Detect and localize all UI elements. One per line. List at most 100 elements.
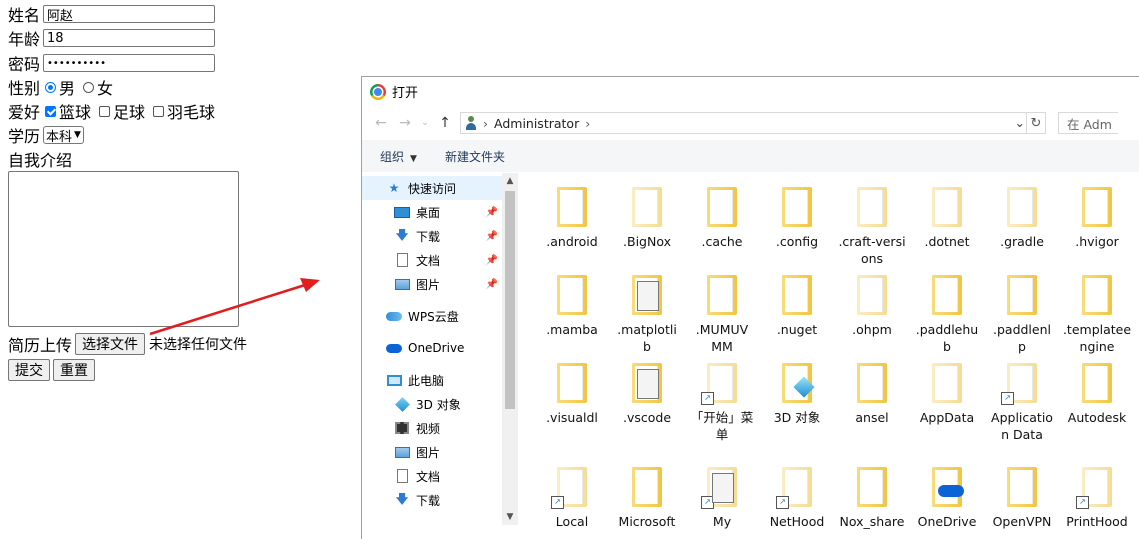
gender-male-label[interactable]: 男 <box>59 75 75 99</box>
file-item[interactable]: 3D 对象 <box>759 363 835 426</box>
resume-row: 简历上传 选择文件 未选择任何文件 <box>8 333 247 355</box>
submit-button[interactable]: 提交 <box>8 359 50 381</box>
pin-icon[interactable]: 📌 <box>486 279 498 290</box>
file-status: 未选择任何文件 <box>149 337 248 353</box>
file-item[interactable]: ↗ NetHood <box>759 467 835 530</box>
file-item[interactable]: AppData <box>909 363 985 426</box>
intro-textarea[interactable] <box>8 171 239 327</box>
file-item[interactable]: Microsoft <box>609 467 685 530</box>
file-item[interactable]: OneDrive <box>909 467 985 530</box>
chevron-down-icon[interactable]: ⌄ <box>1015 115 1025 130</box>
scroll-down-icon[interactable]: ▼ <box>502 509 518 525</box>
education-select[interactable]: 本科 ▼ <box>43 126 84 145</box>
file-item[interactable]: .MUMUV MM <box>684 275 760 355</box>
nav-item-label: OneDrive <box>408 341 465 355</box>
file-item[interactable]: .mamba <box>534 275 610 338</box>
file-item[interactable]: .gradle <box>984 187 1060 250</box>
gender-female-radio[interactable] <box>83 81 95 93</box>
organize-button[interactable]: 组织 ▼ <box>380 148 417 165</box>
file-item-label: .gradle <box>1000 234 1044 249</box>
nav-item[interactable]: 3D 对象 <box>362 392 502 416</box>
pin-icon[interactable]: 📌 <box>486 231 498 242</box>
folder-icon: ↗ <box>701 467 737 509</box>
folder-icon <box>632 275 662 315</box>
document-icon <box>637 281 659 311</box>
file-item[interactable]: .config <box>759 187 835 250</box>
file-item[interactable]: .paddlehu b <box>909 275 985 355</box>
file-item[interactable]: Autodesk <box>1059 363 1135 426</box>
nav-scrollbar[interactable]: ▲ ▼ <box>502 173 518 525</box>
gender-female-label[interactable]: 女 <box>97 75 113 99</box>
hobby-football-checkbox[interactable] <box>99 105 111 117</box>
nav-item[interactable]: 图片 📌 <box>362 272 502 296</box>
file-item[interactable]: .android <box>534 187 610 250</box>
file-item[interactable]: .cache <box>684 187 760 250</box>
nav-item[interactable]: 🡇 下载 📌 <box>362 224 502 248</box>
file-item[interactable]: .dotnet <box>909 187 985 250</box>
file-item[interactable]: .hvigor <box>1059 187 1135 250</box>
name-input[interactable]: 阿赵 <box>43 5 216 24</box>
address-bar[interactable]: › Administrator › ⌄ ↻ <box>460 112 1046 134</box>
file-item[interactable]: ↗ My <box>684 467 760 530</box>
file-item[interactable]: ↗ PrintHood <box>1059 467 1135 530</box>
file-item[interactable]: .craft-versi ons <box>834 187 910 267</box>
file-item-label: Nox_share <box>839 514 905 529</box>
file-item[interactable]: ↗ 「开始」菜单 <box>684 363 760 443</box>
file-item[interactable]: OpenVPN <box>984 467 1060 530</box>
hobby-badminton-checkbox[interactable] <box>153 105 165 117</box>
address-path[interactable]: Administrator <box>494 116 579 131</box>
file-item[interactable]: .BigNox <box>609 187 685 250</box>
education-label: 学历 <box>8 127 41 146</box>
file-item[interactable]: .templatee ngine <box>1059 275 1135 355</box>
back-arrow-icon[interactable]: ← <box>372 115 390 131</box>
this-pc-icon <box>386 373 402 387</box>
hobby-basketball-checkbox[interactable] <box>45 105 57 117</box>
nav-item[interactable]: 文档 <box>362 464 502 488</box>
password-input[interactable]: •••••••••• <box>43 54 216 72</box>
file-item[interactable]: ansel <box>834 363 910 426</box>
file-item[interactable]: .visualdl <box>534 363 610 426</box>
hobby-badminton-label[interactable]: 羽毛球 <box>167 99 215 123</box>
file-item-label: AppData <box>919 410 975 425</box>
nav-item[interactable]: 桌面 📌 <box>362 200 502 224</box>
file-item[interactable]: .vscode <box>609 363 685 426</box>
scroll-up-icon[interactable]: ▲ <box>502 173 518 189</box>
hobby-football-label[interactable]: 足球 <box>113 99 145 123</box>
pin-icon[interactable]: 📌 <box>486 207 498 218</box>
nav-item[interactable]: 视频 <box>362 416 502 440</box>
file-item[interactable]: ↗ Applicatio n Data <box>984 363 1060 443</box>
refresh-icon[interactable]: ↻ <box>1026 113 1045 133</box>
nav-item[interactable]: 文档 📌 <box>362 248 502 272</box>
file-item[interactable]: Nox_share <box>834 467 910 530</box>
nav-item[interactable]: ★ 快速访问 <box>362 176 502 200</box>
chevron-right-icon: › <box>585 115 591 131</box>
file-item[interactable]: .matplotli b <box>609 275 685 355</box>
education-selected: 本科 <box>46 129 73 145</box>
file-item-label: .dotnet <box>924 234 970 249</box>
search-input[interactable]: 在 Adm <box>1058 112 1118 134</box>
scroll-thumb[interactable] <box>505 191 515 409</box>
gender-male-radio[interactable] <box>45 81 57 93</box>
file-item[interactable]: .ohpm <box>834 275 910 338</box>
recent-chevron-icon[interactable]: ⌄ <box>420 118 430 128</box>
nav-item[interactable]: WPS云盘 <box>362 304 502 328</box>
up-arrow-icon[interactable]: ↑ <box>436 115 454 131</box>
file-item[interactable]: .nuget <box>759 275 835 338</box>
age-input[interactable]: 18 <box>43 29 216 47</box>
choose-file-button[interactable]: 选择文件 <box>75 333 146 355</box>
reset-button[interactable]: 重置 <box>53 359 95 381</box>
nav-item[interactable]: 此电脑 <box>362 368 502 392</box>
pin-icon[interactable]: 📌 <box>486 255 498 266</box>
password-label: 密码 <box>8 55 41 74</box>
new-folder-button[interactable]: 新建文件夹 <box>445 148 505 165</box>
file-item-label: Autodesk <box>1067 410 1127 425</box>
hobby-basketball-label[interactable]: 篮球 <box>59 99 91 123</box>
nav-item[interactable]: OneDrive <box>362 336 502 360</box>
nav-item[interactable]: 🡇 下载 <box>362 488 502 512</box>
file-item[interactable]: ↗ Local <box>534 467 610 530</box>
name-row: 姓名 阿赵 <box>8 3 216 25</box>
forward-arrow-icon[interactable]: → <box>396 115 414 131</box>
folder-icon <box>1007 187 1037 227</box>
file-item[interactable]: .paddlenl p <box>984 275 1060 355</box>
nav-item[interactable]: 图片 <box>362 440 502 464</box>
